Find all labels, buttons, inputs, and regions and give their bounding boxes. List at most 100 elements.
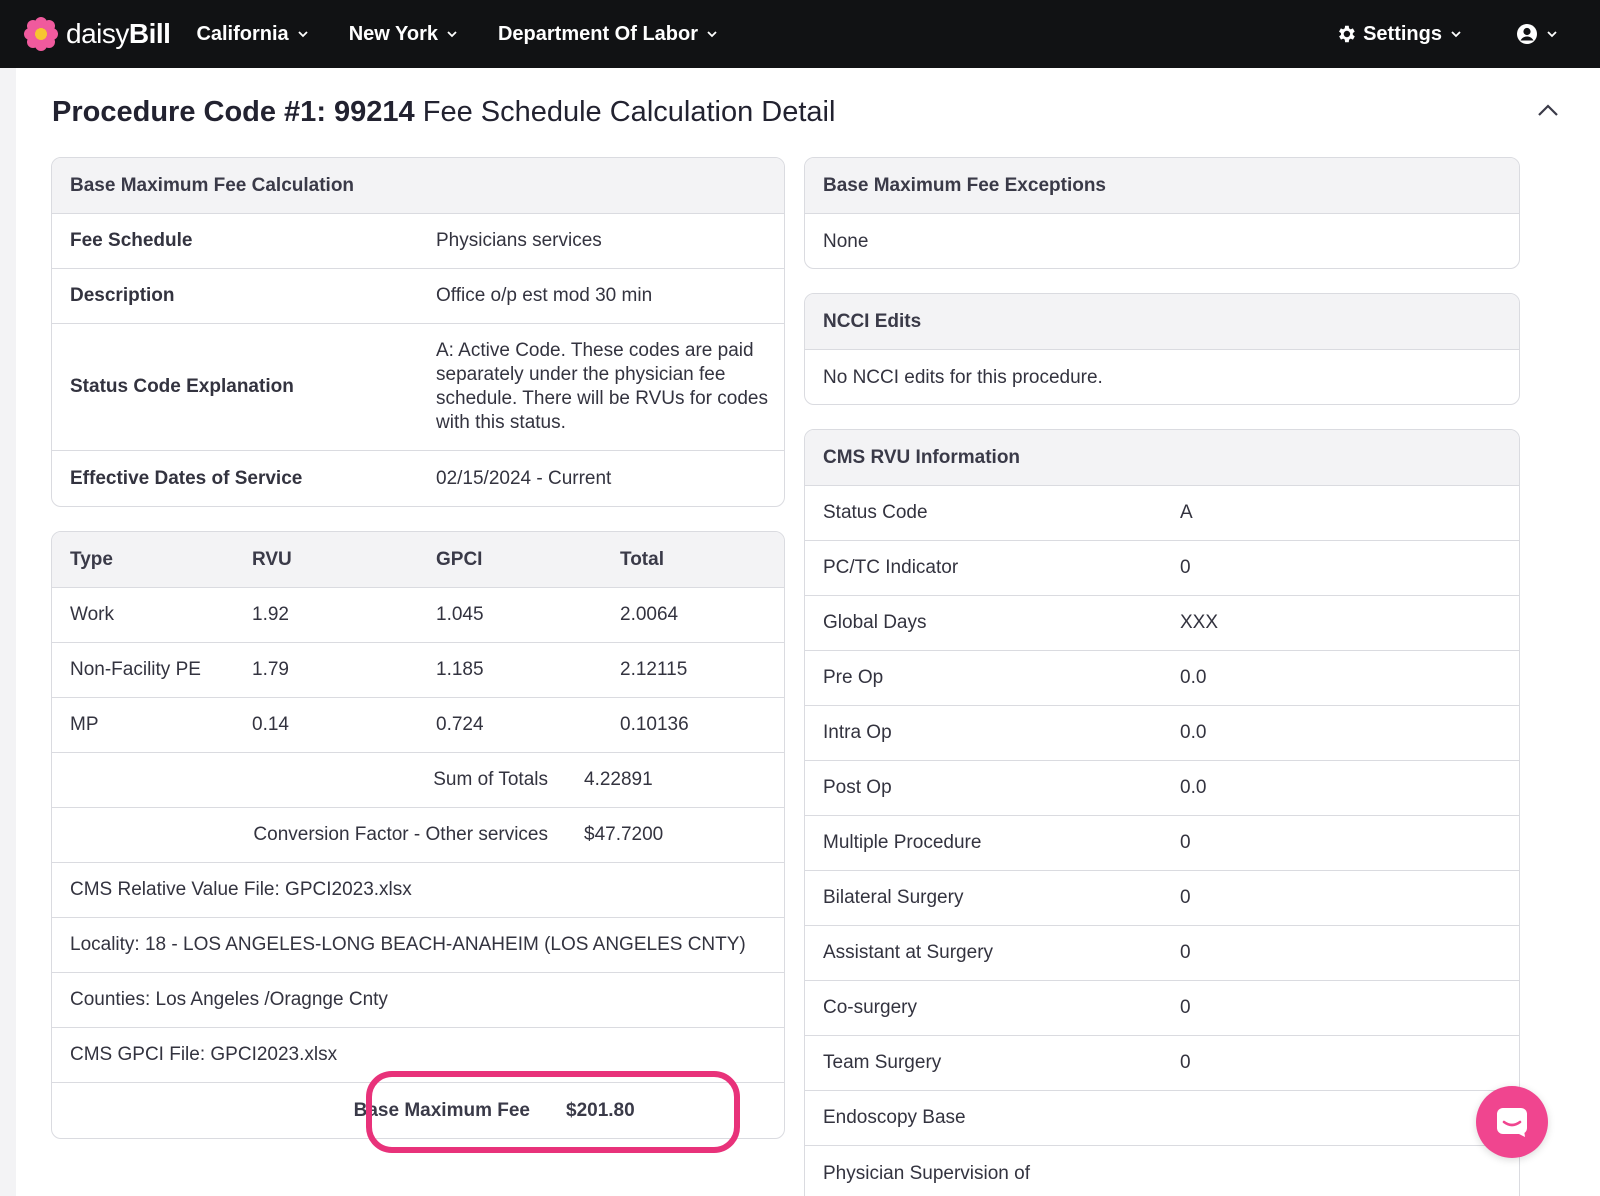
column-header: RVU — [252, 548, 292, 570]
table-row: Description Office o/p est mod 30 min — [52, 269, 784, 324]
row-value: A — [1180, 502, 1193, 523]
table-cell: 0.724 — [436, 714, 484, 735]
table-row: Post Op 0.0 — [805, 761, 1519, 816]
row-label: Co-surgery — [823, 997, 917, 1018]
table-cell: MP — [70, 714, 99, 735]
chevron-down-icon — [298, 31, 308, 38]
cms-rvu-information-panel: CMS RVU Information Status Code A PC/TC I… — [804, 429, 1520, 1196]
row-value: Physicians services — [436, 230, 602, 251]
row-label: Physician Supervision of — [823, 1162, 1030, 1184]
table-cell: 0.14 — [252, 714, 289, 735]
note-text: CMS GPCI File: GPCI2023.xlsx — [70, 1044, 338, 1065]
chat-launcher-button[interactable] — [1476, 1086, 1548, 1158]
column-header: Total — [620, 548, 664, 570]
table-row: Pre Op 0.0 — [805, 651, 1519, 706]
brand-logo[interactable]: daisyBill — [24, 17, 171, 51]
chevron-down-icon — [1547, 31, 1557, 38]
note-row: CMS Relative Value File: GPCI2023.xlsx — [52, 863, 784, 918]
table-row: PC/TC Indicator 0 — [805, 541, 1519, 596]
gear-icon — [1339, 25, 1355, 43]
panel-heading: Base Maximum Fee Calculation — [52, 158, 784, 214]
table-cell: 1.92 — [252, 604, 289, 625]
table-row: Assistant at Surgery 0 — [805, 926, 1519, 981]
nav-right: Settings — [1335, 0, 1600, 68]
panel-value: None — [823, 230, 869, 252]
table-cell: 1.185 — [436, 659, 484, 680]
chevron-up-icon[interactable] — [1536, 102, 1560, 118]
row-value: 0 — [1180, 557, 1191, 578]
settings-label: Settings — [1363, 22, 1442, 45]
sum-label: Sum of Totals — [433, 769, 548, 790]
note-text: CMS Relative Value File: GPCI2023.xlsx — [70, 879, 412, 900]
table-header: Type RVU GPCI Total — [52, 532, 784, 588]
panel-value: No NCCI edits for this procedure. — [823, 366, 1103, 388]
row-value: 0 — [1180, 942, 1191, 963]
ncci-edits-panel: NCCI Edits No NCCI edits for this proced… — [804, 293, 1520, 405]
panel-heading: CMS RVU Information — [805, 430, 1519, 486]
conversion-factor-row: Conversion Factor - Other services $47.7… — [52, 808, 784, 863]
brand-name: daisyBill — [66, 18, 171, 49]
row-value: 0.0 — [1180, 667, 1207, 688]
table-row: Endoscopy Base — [805, 1091, 1519, 1146]
row-label: Status Code — [823, 502, 928, 523]
row-value: 02/15/2024 - Current — [436, 467, 612, 489]
row-value: 0 — [1180, 832, 1191, 853]
table-cell: 0.10136 — [620, 714, 689, 735]
daisy-logo-icon — [24, 17, 58, 51]
panel-value-row: No NCCI edits for this procedure. — [805, 350, 1519, 404]
chevron-down-icon — [707, 31, 717, 38]
top-nav: daisyBill California New York Department… — [0, 0, 1600, 68]
panel-heading: Base Maximum Fee Exceptions — [805, 158, 1519, 214]
conversion-factor-label: Conversion Factor - Other services — [253, 824, 548, 845]
page-content: Procedure Code #1: 99214 Fee Schedule Ca… — [16, 68, 1600, 1196]
row-label: Fee Schedule — [70, 230, 193, 251]
table-row: Bilateral Surgery 0 — [805, 871, 1519, 926]
nav-item-label: California — [196, 22, 289, 45]
fee-exceptions-panel: Base Maximum Fee Exceptions None — [804, 157, 1520, 269]
settings-menu[interactable]: Settings — [1335, 23, 1462, 46]
table-row: Effective Dates of Service 02/15/2024 - … — [52, 451, 784, 506]
row-label: Status Code Explanation — [70, 376, 294, 397]
table-row: Non-Facility PE 1.79 1.185 2.12115 — [52, 643, 784, 698]
highlight-annotation — [366, 1071, 740, 1153]
table-cell: Non-Facility PE — [70, 659, 201, 680]
table-cell: 2.12115 — [620, 659, 688, 680]
table-cell: 1.045 — [436, 604, 484, 625]
page-title: Procedure Code #1: 99214 Fee Schedule Ca… — [52, 96, 836, 128]
column-header: Type — [70, 548, 113, 570]
nav-item-department-of-labor[interactable]: Department Of Labor — [498, 23, 718, 46]
row-label: Description — [70, 285, 175, 306]
conversion-factor-value: $47.7200 — [584, 824, 664, 845]
row-value: 0.0 — [1180, 777, 1207, 798]
table-cell: 2.0064 — [620, 604, 679, 625]
table-row: MP 0.14 0.724 0.10136 — [52, 698, 784, 753]
table-row: Status Code Explanation A: Active Code. … — [52, 324, 784, 451]
panel-heading: NCCI Edits — [805, 294, 1519, 350]
note-row: Counties: Los Angeles /Oragnge Cnty — [52, 973, 784, 1028]
column-header: GPCI — [436, 548, 483, 570]
row-label: Global Days — [823, 612, 927, 633]
table-cell: 1.79 — [252, 659, 289, 680]
row-label: Team Surgery — [823, 1052, 942, 1073]
user-menu[interactable] — [1516, 23, 1558, 45]
row-label: PC/TC Indicator — [823, 557, 959, 578]
note-text: Counties: Los Angeles /Oragnge Cnty — [70, 989, 388, 1010]
row-value: 0 — [1180, 997, 1191, 1018]
nav-item-california[interactable]: California — [196, 23, 308, 46]
row-value: A: Active Code. These codes are paid sep… — [436, 340, 768, 433]
sum-value: 4.22891 — [584, 769, 653, 790]
row-label: Intra Op — [823, 722, 892, 743]
nav-item-label: Department Of Labor — [497, 22, 699, 45]
table-row: Multiple Procedure 0 — [805, 816, 1519, 871]
note-text: Locality: 18 - LOS ANGELES-LONG BEACH-AN… — [70, 934, 746, 955]
row-value: Office o/p est mod 30 min — [436, 285, 653, 306]
base-fee-calculation-panel: Base Maximum Fee Calculation Fee Schedul… — [51, 157, 785, 507]
table-row: Work 1.92 1.045 2.0064 — [52, 588, 784, 643]
row-label: Pre Op — [823, 667, 884, 688]
nav-item-new-york[interactable]: New York — [349, 23, 458, 46]
row-label: Post Op — [823, 777, 892, 798]
table-row: Physician Supervision of — [805, 1146, 1519, 1196]
chevron-down-icon — [447, 31, 457, 38]
row-value: 0 — [1180, 887, 1191, 908]
table-row: Intra Op 0.0 — [805, 706, 1519, 761]
